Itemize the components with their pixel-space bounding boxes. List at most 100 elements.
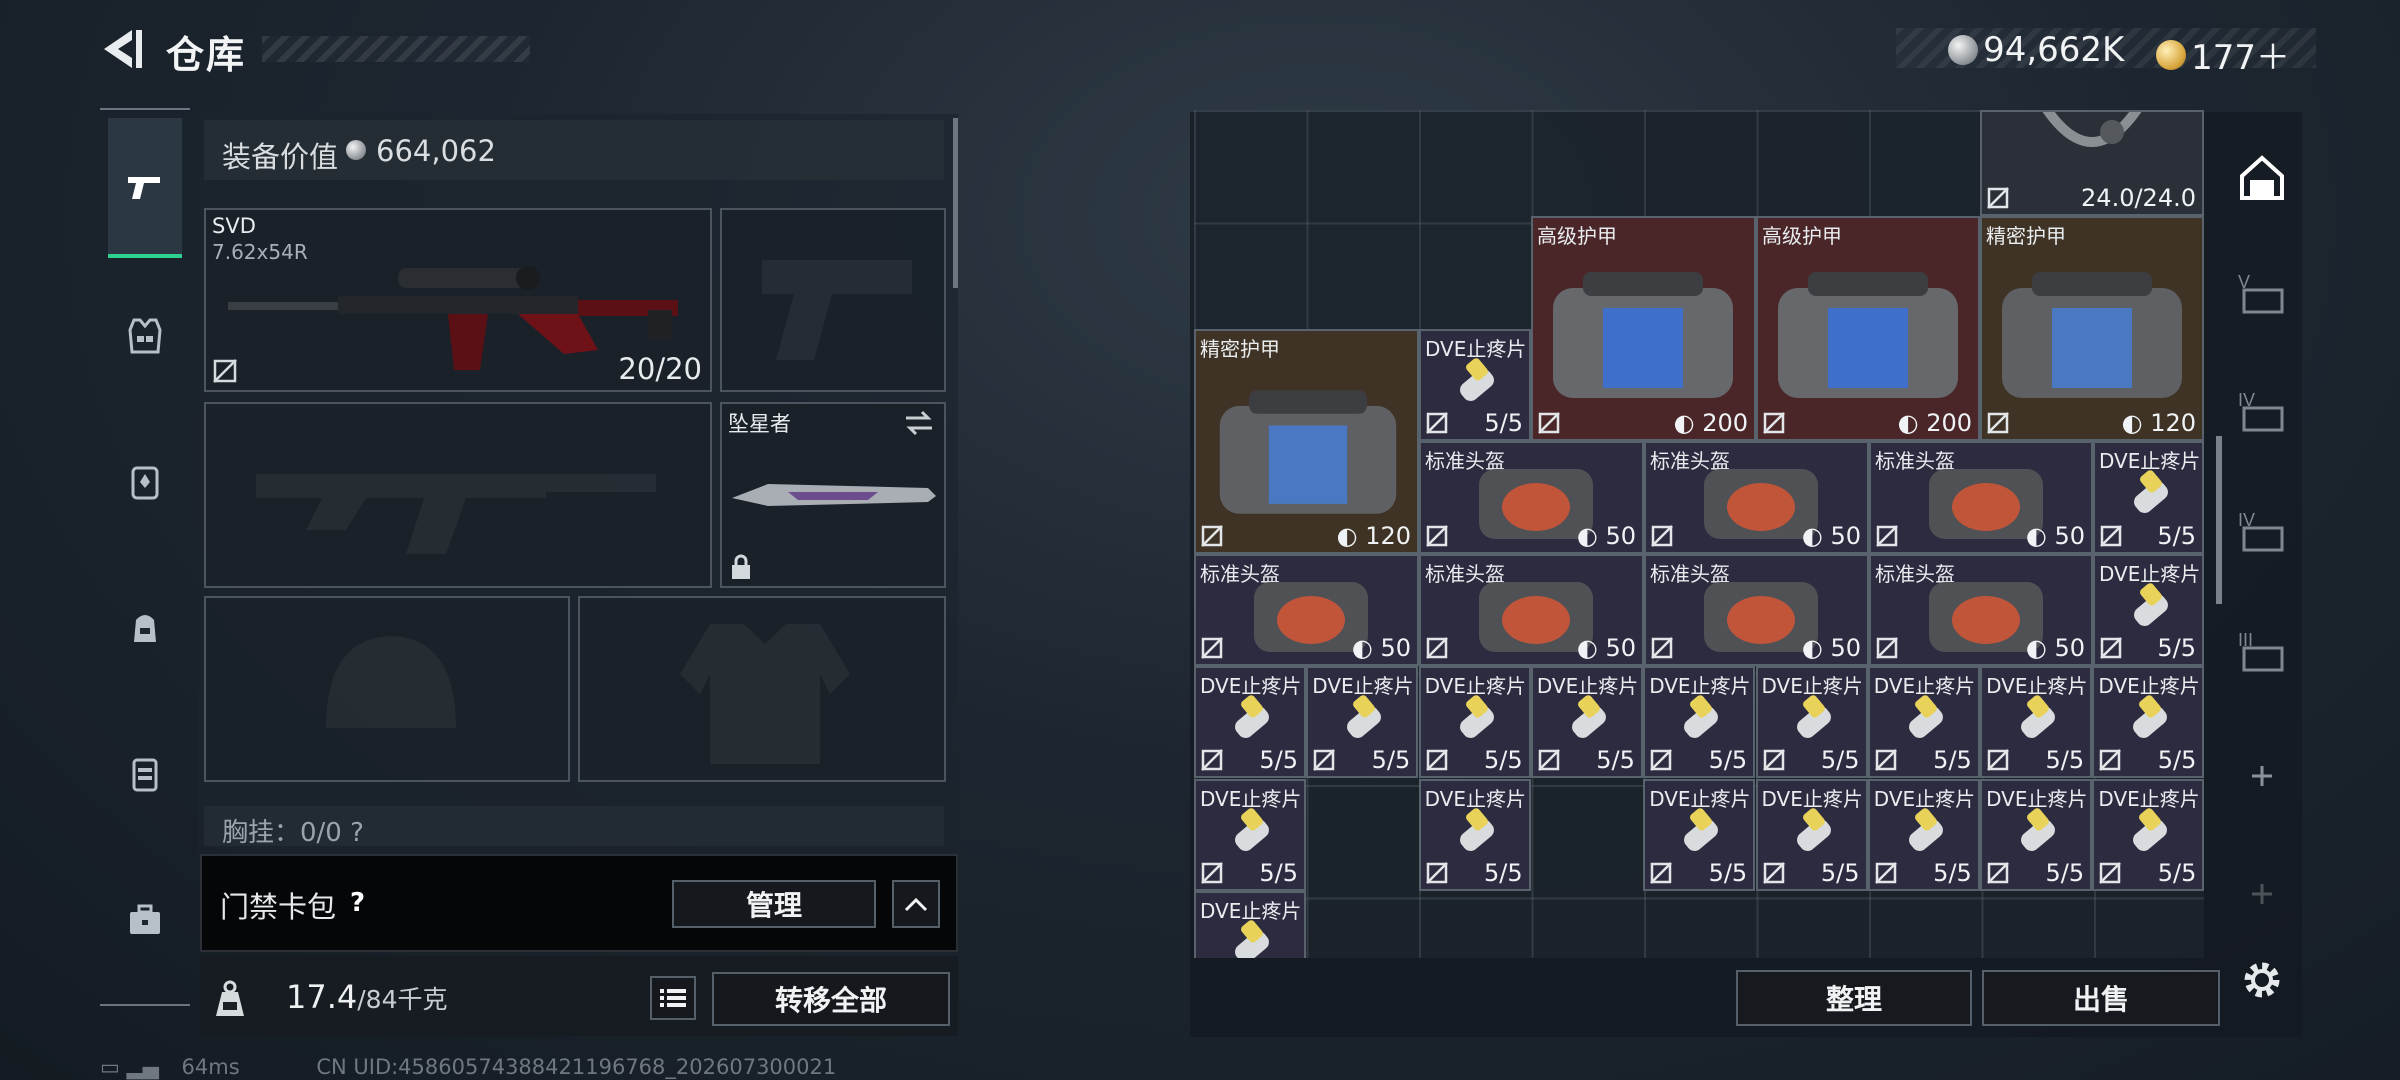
stash-tab-iii[interactable]: III <box>2230 620 2294 684</box>
stash-tab-iv-b[interactable]: IV <box>2230 500 2294 564</box>
stash-item-precision-armor[interactable]: 精密护甲 ◐ 120 <box>1194 329 1419 554</box>
stash-item-advanced-armor[interactable]: 高级护甲 ◐ 200 <box>1531 216 1756 441</box>
knife-icon <box>732 484 936 506</box>
stash-tab-all[interactable] <box>2230 146 2294 210</box>
secondary-weapon-slot[interactable] <box>720 208 946 392</box>
stash-item-painkiller[interactable]: DVE止疼片 5/5 <box>2092 666 2204 778</box>
primary-weapon-slot-2[interactable] <box>204 402 712 588</box>
item-count: 5/5 <box>1820 746 1860 774</box>
sort-button[interactable]: 整理 <box>1736 970 1972 1026</box>
item-count: 5/5 <box>2157 522 2196 550</box>
no-bind-icon <box>1426 412 1448 434</box>
painkiller-icon <box>1908 808 1943 851</box>
stash-item-painkiller[interactable]: DVE止疼片 5/5 <box>2093 441 2204 554</box>
transfer-all-button[interactable]: 转移全部 <box>712 972 950 1026</box>
back-button[interactable] <box>96 26 146 72</box>
nav-armor-vest[interactable] <box>108 298 182 372</box>
lock-icon <box>732 554 750 579</box>
helmet-slot[interactable] <box>204 596 570 782</box>
stash-item-painkiller[interactable]: DVE止疼片 <box>1194 891 1306 958</box>
stash-grid[interactable]: 24.0/24.0 高级护甲 ◐ 200 高级护甲 ◐ 200 精密护甲 ◐ 1… <box>1194 110 2204 958</box>
armor-slot[interactable] <box>578 596 946 782</box>
no-bind-icon <box>1650 749 1673 771</box>
stash-tab-v[interactable]: V <box>2230 262 2294 326</box>
stash-item-painkiller[interactable]: DVE止疼片 5/5 <box>1530 666 1643 778</box>
stash-item-standard-helmet[interactable]: 标准头盔 ◐ 50 <box>1419 554 1644 666</box>
vest-icon <box>128 318 162 354</box>
item-count: 5/5 <box>2157 746 2197 774</box>
list-view-button[interactable] <box>650 976 696 1020</box>
helmet-silhouette-icon <box>326 636 456 728</box>
armor-bag-icon <box>1219 390 1397 514</box>
no-bind-icon <box>1538 749 1560 771</box>
stash-item-painkiller[interactable]: DVE止疼片 5/5 <box>2093 554 2204 666</box>
stash-item-painkiller[interactable]: DVE止疼片 5/5 <box>2092 779 2204 891</box>
painkiller-icon <box>2021 808 2056 851</box>
nav-weapons[interactable] <box>108 118 182 258</box>
item-count: 5/5 <box>1484 409 1523 437</box>
add-stash-tab-button-2[interactable] <box>2230 862 2294 926</box>
manage-button[interactable]: 管理 <box>672 880 876 928</box>
stash-item-standard-helmet[interactable]: 标准头盔 ◐ 50 <box>1419 441 1644 554</box>
equipment-value-label: 装备价值 <box>222 140 339 174</box>
silver-currency[interactable]: 94,662K <box>1948 30 2124 70</box>
stash-scrollbar[interactable] <box>2216 436 2222 604</box>
title-decoration <box>262 36 530 62</box>
sell-button[interactable]: 出售 <box>1982 970 2220 1026</box>
stash-item-standard-helmet[interactable]: 标准头盔 ◐ 50 <box>1644 441 1869 554</box>
help-icon[interactable]: ? <box>350 888 374 918</box>
nav-pouch[interactable] <box>108 736 182 810</box>
stash-item-standard-helmet[interactable]: 标准头盔 ◐ 50 <box>1194 554 1419 666</box>
nav-safe-box[interactable] <box>108 882 182 956</box>
no-bind-icon <box>1874 749 1897 771</box>
no-bind-icon <box>213 359 237 383</box>
no-bind-icon <box>2100 525 2122 547</box>
primary-weapon-slot[interactable]: SVD 7.62x54R 20/20 <box>204 208 712 392</box>
stash-item-painkiller[interactable]: DVE止疼片 5/5 <box>1418 666 1531 778</box>
stash-item-painkiller[interactable]: DVE止疼片 5/5 <box>1980 666 2093 778</box>
gold-currency[interactable]: 177＋ <box>2156 30 2290 79</box>
item-armor-value: ◐ 50 <box>1576 634 1636 662</box>
no-bind-icon <box>1987 187 2009 209</box>
plus-icon <box>2252 884 2272 904</box>
status-line: ▭ ▂▄ 64ms CN UID:4586057438842119­6768_2… <box>100 1055 836 1079</box>
equipment-scrollbar[interactable] <box>953 118 958 288</box>
stash-item-painkiller[interactable]: DVE止疼片 5/5 <box>1194 666 1306 778</box>
stash-item-painkiller[interactable]: DVE止疼片 5/5 <box>1643 666 1756 778</box>
stash-item-painkiller[interactable]: DVE止疼片 5/5 <box>1867 666 1980 778</box>
stash-tab-iv-a[interactable]: IV <box>2230 380 2294 444</box>
collapse-button[interactable] <box>892 880 940 928</box>
melee-slot[interactable]: 坠星者 <box>720 402 946 588</box>
item-count: 5/5 <box>1708 859 1748 887</box>
swap-icon[interactable] <box>904 410 934 436</box>
stash-item-painkiller[interactable]: DVE止疼片 5/5 <box>1980 779 2093 891</box>
stash-item-painkiller[interactable]: DVE止疼片 5/5 <box>1418 779 1531 891</box>
nav-backpack[interactable] <box>108 590 182 664</box>
list-icon <box>660 989 686 1007</box>
item-name: 精密护甲 <box>1200 337 1280 361</box>
nav-divider-bottom <box>100 1004 190 1006</box>
stash-item-standard-helmet[interactable]: 标准头盔 ◐ 50 <box>1869 554 2093 666</box>
item-durability: 24.0/24.0 <box>2081 184 2196 212</box>
item-armor-value: ◐ 200 <box>1897 409 1972 437</box>
stash-item-painkiller[interactable]: DVE止疼片 5/5 <box>1419 329 1531 441</box>
stash-item-top[interactable]: 24.0/24.0 <box>1980 110 2204 216</box>
armor-bag-icon <box>1553 272 1733 398</box>
stash-item-advanced-armor[interactable]: 高级护甲 ◐ 200 <box>1756 216 1980 441</box>
settings-button[interactable] <box>2230 948 2294 1012</box>
stash-item-standard-helmet[interactable]: 标准头盔 ◐ 50 <box>1869 441 2093 554</box>
add-stash-tab-button[interactable] <box>2230 744 2294 808</box>
storage-iv-icon: IV <box>2238 390 2284 432</box>
stash-item-painkiller[interactable]: DVE止疼片 5/5 <box>1755 779 1868 891</box>
item-count: 5/5 <box>1259 859 1298 887</box>
stash-item-standard-helmet[interactable]: 标准头盔 ◐ 50 <box>1644 554 1869 666</box>
stash-item-precision-armor[interactable]: 精密护甲 ◐ 120 <box>1980 216 2204 441</box>
stash-item-painkiller[interactable]: DVE止疼片 5/5 <box>1643 779 1756 891</box>
backpack-item-icon <box>2042 112 2142 147</box>
stash-item-painkiller[interactable]: DVE止疼片 5/5 <box>1194 779 1306 891</box>
chest-rig-label: 胸挂：0/0 ? <box>222 818 364 848</box>
stash-item-painkiller[interactable]: DVE止疼片 5/5 <box>1306 666 1419 778</box>
stash-item-painkiller[interactable]: DVE止疼片 5/5 <box>1867 779 1980 891</box>
stash-item-painkiller[interactable]: DVE止疼片 5/5 <box>1755 666 1868 778</box>
nav-chest-rig[interactable] <box>108 444 182 518</box>
